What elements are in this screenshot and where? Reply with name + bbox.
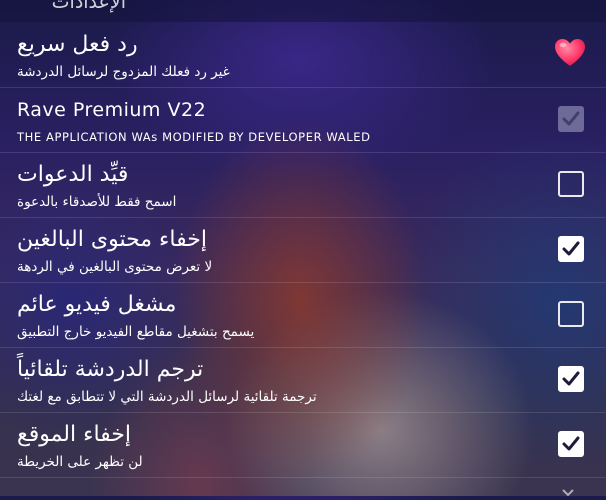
setting-checkbox[interactable] bbox=[558, 236, 584, 262]
setting-title: إخفاء الموقع bbox=[17, 422, 132, 447]
setting-title: قيِّد الدعوات bbox=[17, 162, 129, 187]
setting-subtitle: ترجمة تلقائية لرسائل الدردشة التي لا تتط… bbox=[17, 389, 317, 405]
setting-texts: مشغل فيديو عائم يسمح بتشغيل مقاطع الفيديو… bbox=[17, 290, 506, 342]
setting-subtitle: اسمح فقط للأصدقاء بالدعوة bbox=[17, 194, 177, 210]
setting-row-floating-video-player[interactable]: مشغل فيديو عائم يسمح بتشغيل مقاطع الفيديو… bbox=[0, 282, 606, 348]
setting-title: إخفاء محتوى البالغين bbox=[17, 227, 207, 252]
setting-subtitle: يسمح بتشغيل مقاطع الفيديو خارج التطبيق bbox=[17, 324, 255, 340]
setting-checkbox[interactable] bbox=[558, 171, 584, 197]
chevron-down-icon bbox=[562, 489, 574, 497]
setting-title: ترجم الدردشة تلقائياً bbox=[17, 357, 204, 382]
setting-row-hide-location[interactable]: إخفاء الموقع لن تظهر على الخريطة bbox=[0, 412, 606, 478]
setting-title: Rave Premium V22 bbox=[17, 99, 207, 121]
setting-subtitle: لا تعرض محتوى البالغين في الردهة bbox=[17, 259, 213, 275]
setting-texts: إخفاء محتوى البالغين لا تعرض محتوى البالغ… bbox=[17, 225, 506, 277]
setting-title: رد فعل سريع bbox=[17, 32, 138, 57]
setting-checkbox[interactable] bbox=[558, 366, 584, 392]
heart-icon[interactable] bbox=[553, 36, 587, 70]
setting-texts: قيِّد الدعوات اسمح فقط للأصدقاء بالدعوة bbox=[17, 160, 506, 212]
setting-texts: Rave Premium V22 THE APPLICATION WAs MODI… bbox=[17, 95, 506, 147]
setting-subtitle: لن تظهر على الخريطة bbox=[17, 454, 143, 470]
check-icon bbox=[562, 436, 580, 451]
setting-subtitle: غير رد فعلك المزدوج لرسائل الدردشة bbox=[17, 64, 230, 80]
header-bar: الإعدادات bbox=[0, 0, 606, 22]
setting-row-restrict-invites[interactable]: قيِّد الدعوات اسمح فقط للأصدقاء بالدعوة bbox=[0, 152, 606, 218]
check-icon bbox=[562, 371, 580, 386]
page-title: الإعدادات bbox=[51, 0, 126, 13]
setting-row-quick-reaction[interactable]: رد فعل سريع غير رد فعلك المزدوج لرسائل ال… bbox=[0, 22, 606, 88]
setting-checkbox bbox=[558, 106, 584, 132]
setting-row-hide-adult-content[interactable]: إخفاء محتوى البالغين لا تعرض محتوى البالغ… bbox=[0, 217, 606, 283]
setting-texts: ترجم الدردشة تلقائياً ترجمة تلقائية لرسائ… bbox=[17, 355, 506, 407]
setting-title: مشغل فيديو عائم bbox=[17, 292, 177, 317]
check-icon bbox=[562, 241, 580, 256]
setting-texts: رد فعل سريع غير رد فعلك المزدوج لرسائل ال… bbox=[17, 30, 506, 82]
setting-texts: إخفاء الموقع لن تظهر على الخريطة bbox=[17, 420, 506, 472]
setting-row-auto-translate-chat[interactable]: ترجم الدردشة تلقائياً ترجمة تلقائية لرسائ… bbox=[0, 347, 606, 413]
setting-subtitle: THE APPLICATION WAs MODIFIED BY DEVELOPE… bbox=[17, 130, 371, 144]
check-icon bbox=[562, 111, 580, 126]
setting-checkbox[interactable] bbox=[558, 431, 584, 457]
setting-checkbox[interactable] bbox=[558, 301, 584, 327]
setting-row-rave-premium[interactable]: Rave Premium V22 THE APPLICATION WAs MODI… bbox=[0, 87, 606, 153]
